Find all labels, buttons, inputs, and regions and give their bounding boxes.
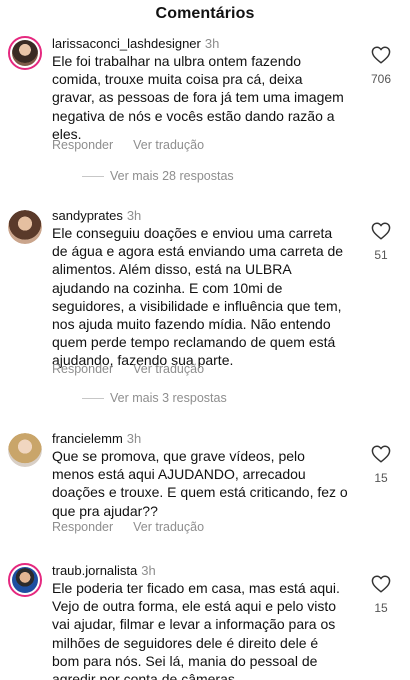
comment-text: Ele poderia ter ficado em casa, mas está… <box>52 580 340 680</box>
reply-button[interactable]: Responder <box>52 362 113 376</box>
username[interactable]: francielemm <box>52 431 123 446</box>
avatar[interactable] <box>8 433 42 467</box>
heart-icon[interactable] <box>371 222 391 240</box>
comment-meta: traub.jornalista 3h <box>52 563 156 578</box>
comment-text: Que se promova, que grave vídeos, pelo m… <box>52 448 348 519</box>
avatar[interactable] <box>8 36 42 70</box>
comment-actions: Responder Ver tradução <box>52 520 224 534</box>
avatar[interactable] <box>8 210 42 244</box>
like-control[interactable]: 15 <box>352 575 410 615</box>
translate-button[interactable]: Ver tradução <box>133 362 204 376</box>
like-count: 51 <box>374 248 388 262</box>
like-count: 706 <box>370 72 392 86</box>
heart-icon[interactable] <box>371 46 391 64</box>
username[interactable]: larissaconci_lashdesigner <box>52 36 201 51</box>
view-more-replies[interactable]: Ver mais 3 respostas <box>82 391 227 405</box>
avatar[interactable] <box>8 563 42 597</box>
comment-text: Ele conseguiu doações e enviou uma carre… <box>52 225 344 369</box>
comment-meta: sandyprates 3h <box>52 208 141 223</box>
translate-button[interactable]: Ver tradução <box>133 520 204 534</box>
like-count: 15 <box>374 601 388 615</box>
timestamp: 3h <box>126 208 142 223</box>
comment-text: Ele foi trabalhar na ulbra ontem fazendo… <box>52 53 344 142</box>
comments-header: Comentários <box>0 0 410 28</box>
reply-button[interactable]: Responder <box>52 138 113 152</box>
timestamp: 3h <box>141 563 156 578</box>
comment-actions: Responder Ver tradução <box>52 362 224 376</box>
view-more-replies[interactable]: Ver mais 28 respostas <box>82 169 234 183</box>
timestamp: 3h <box>204 36 220 51</box>
comment-meta: larissaconci_lashdesigner 3h <box>52 36 219 51</box>
like-control[interactable]: 15 <box>352 445 410 485</box>
timestamp: 3h <box>126 431 142 446</box>
username[interactable]: sandyprates <box>52 208 123 223</box>
page-title: Comentários <box>155 5 255 22</box>
translate-button[interactable]: Ver tradução <box>133 138 204 152</box>
like-control[interactable]: 706 <box>352 46 410 86</box>
heart-icon[interactable] <box>371 445 391 463</box>
view-more-label[interactable]: Ver mais 28 respostas <box>110 169 234 183</box>
username[interactable]: traub.jornalista <box>52 563 137 578</box>
view-more-label[interactable]: Ver mais 3 respostas <box>110 391 227 405</box>
heart-icon[interactable] <box>371 575 391 593</box>
like-control[interactable]: 51 <box>352 222 410 262</box>
divider-line <box>82 398 104 400</box>
comment-meta: francielemm 3h <box>52 431 141 446</box>
comment-actions: Responder Ver tradução <box>52 138 224 152</box>
reply-button[interactable]: Responder <box>52 520 113 534</box>
divider-line <box>82 176 104 178</box>
like-count: 15 <box>374 471 388 485</box>
